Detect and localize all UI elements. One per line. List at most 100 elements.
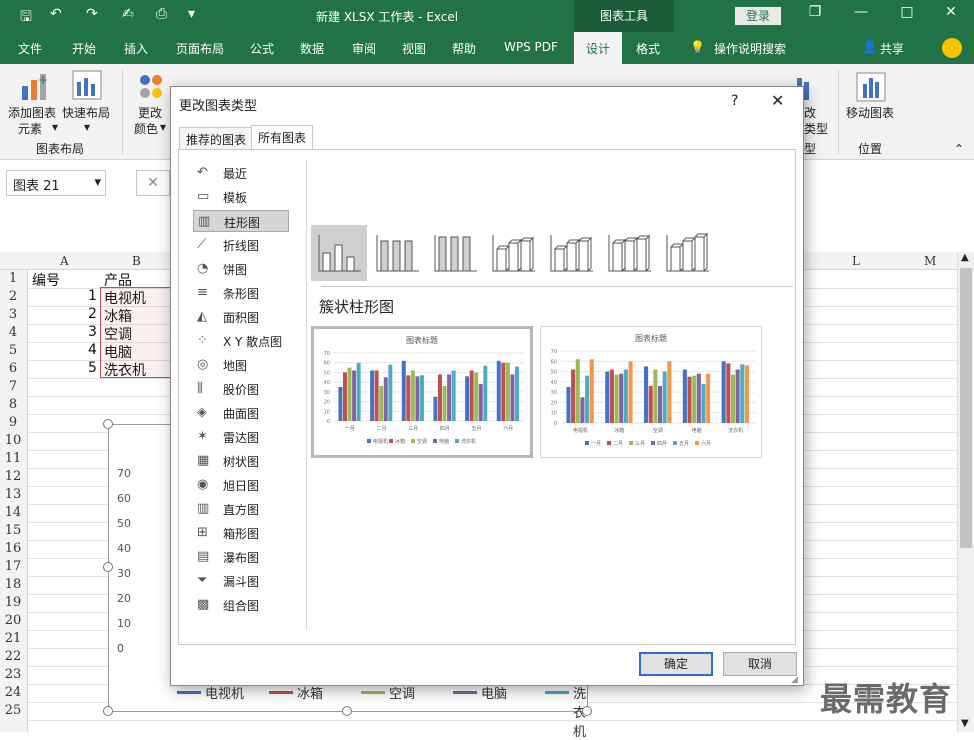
column-subtype-option[interactable] <box>601 225 657 281</box>
column-b-header[interactable]: B <box>132 254 141 268</box>
change-chart-type-label[interactable]: 改 <box>804 104 816 121</box>
chart-type-item[interactable]: ⏷ 漏斗图 <box>193 570 289 592</box>
name-box[interactable]: 图表 21 ▾ <box>6 170 106 196</box>
column-a-header[interactable]: A <box>60 254 69 268</box>
column-subtype-option[interactable] <box>659 225 715 281</box>
cell-a4[interactable]: 3 <box>88 324 97 340</box>
subtype-bar <box>682 240 693 272</box>
change-colors-label-2[interactable]: 颜色 <box>134 120 158 137</box>
tell-me-search[interactable]: 操作说明搜索 <box>714 40 786 57</box>
tab-page-layout[interactable]: 页面布局 <box>176 40 224 57</box>
customize-qat-icon[interactable]: ▾ <box>188 6 195 22</box>
chevron-down-icon[interactable]: ▾ <box>94 175 101 190</box>
tab-design[interactable]: 设计 <box>574 32 623 64</box>
tab-home[interactable]: 开始 <box>72 40 96 57</box>
quick-layout-label[interactable]: 快速布局 <box>62 104 110 121</box>
y-tick-label: 60 <box>117 492 131 505</box>
chart-type-item[interactable]: ▦ 树状图 <box>193 450 289 472</box>
tab-wps-pdf[interactable]: WPS PDF <box>504 40 558 54</box>
quick-layout-icon[interactable] <box>72 70 102 100</box>
chart-type-item[interactable]: ◔ 饼图 <box>193 258 289 280</box>
move-chart-icon[interactable] <box>856 72 886 102</box>
cell-a3[interactable]: 2 <box>88 306 97 322</box>
collapse-ribbon-icon[interactable]: ⌃ <box>954 142 964 156</box>
column-subtype-option[interactable] <box>485 225 541 281</box>
change-chart-type-label-2[interactable]: 类型 <box>804 120 828 137</box>
cancel-button[interactable]: 取消 <box>723 652 797 676</box>
chart-type-item[interactable]: ↶ 最近 <box>193 162 289 184</box>
close-button[interactable]: ✕ <box>936 4 966 20</box>
column-subtype-option[interactable] <box>311 225 367 281</box>
add-chart-element-label-2[interactable]: 元素 <box>18 120 42 137</box>
maximize-button[interactable]: □ <box>892 4 922 20</box>
preview-option-1[interactable]: 图表标题 70 60 50 40 30 20 10 0 一月 二月 三月 四月 五月 六月 电视机 冰箱 空调 电脑… <box>311 326 533 458</box>
vertical-scrollbar[interactable]: ▲ ▼ <box>957 252 974 732</box>
resize-handle[interactable] <box>103 419 113 429</box>
cell-a6[interactable]: 5 <box>88 360 97 376</box>
add-chart-element-icon[interactable]: + <box>20 72 50 102</box>
resize-handle[interactable] <box>342 706 352 716</box>
tab-review[interactable]: 审阅 <box>352 40 376 57</box>
tab-file[interactable]: 文件 <box>18 40 42 57</box>
column-subtype-option[interactable] <box>543 225 599 281</box>
chart-type-item[interactable]: ◎ 地图 <box>193 354 289 376</box>
ribbon-display-icon[interactable]: ❐ <box>800 4 830 20</box>
chart-type-item[interactable]: ▤ 瀑布图 <box>193 546 289 568</box>
chart-type-item[interactable]: ◈ 曲面图 <box>193 402 289 424</box>
formula-cancel-button[interactable]: ✕ <box>136 170 170 196</box>
ok-button[interactable]: 确定 <box>639 652 713 676</box>
resize-handle[interactable] <box>103 706 113 716</box>
tab-help[interactable]: 帮助 <box>452 40 476 57</box>
feedback-smiley-icon[interactable] <box>942 38 962 58</box>
scrollbar-thumb[interactable] <box>960 268 972 548</box>
column-subtype-option[interactable] <box>427 225 483 281</box>
chart-type-item[interactable]: ▭ 模板 <box>193 186 289 208</box>
preview-legend-label: 冰箱 <box>395 438 405 445</box>
preview-option-2[interactable]: 图表标题 70 60 50 40 30 20 10 0 电视机 冰箱 空调 电脑 洗衣机 一月 二月 三月 四月 五… <box>540 326 762 458</box>
save-icon[interactable]: 🖫 <box>20 6 32 30</box>
chart-type-item[interactable]: ⟋ 折线图 <box>193 234 289 256</box>
cell-a5[interactable]: 4 <box>88 342 97 358</box>
chart-type-item[interactable]: ◭ 面积图 <box>193 306 289 328</box>
chart-type-item[interactable]: ≡ 条形图 <box>193 282 289 304</box>
login-button[interactable]: 登录 <box>735 7 781 25</box>
chart-type-item[interactable]: ▩ 组合图 <box>193 594 289 616</box>
touch-mode-icon[interactable]: ✍ <box>122 6 134 22</box>
redo-icon[interactable]: ↷ <box>86 6 98 22</box>
tab-format[interactable]: 格式 <box>636 40 660 57</box>
chart-type-item[interactable]: ◉ 旭日图 <box>193 474 289 496</box>
share-button[interactable]: 共享 <box>880 40 904 57</box>
chart-type-item[interactable]: ▥ 直方图 <box>193 498 289 520</box>
scroll-up-icon[interactable]: ▲ <box>961 252 969 263</box>
column-l-header[interactable]: L <box>852 254 860 268</box>
help-icon[interactable]: ? <box>731 93 738 109</box>
add-chart-element-label[interactable]: 添加图表 <box>8 104 56 121</box>
chart-type-item[interactable]: ⫼ 股价图 <box>193 378 289 400</box>
tab-formulas[interactable]: 公式 <box>250 40 274 57</box>
cell-a1[interactable]: 编号 <box>32 270 60 290</box>
scroll-down-icon[interactable]: ▼ <box>961 718 969 729</box>
tab-insert[interactable]: 插入 <box>124 40 148 57</box>
tab-all-charts[interactable]: 所有图表 <box>251 125 314 150</box>
move-chart-label[interactable]: 移动图表 <box>846 104 894 121</box>
chart-type-label: 柱形图 <box>224 216 261 230</box>
chart-type-item[interactable]: ✶ 雷达图 <box>193 426 289 448</box>
minimize-button[interactable]: — <box>846 4 876 20</box>
change-colors-label[interactable]: 更改 <box>138 104 162 121</box>
cell-a2[interactable]: 1 <box>88 288 97 304</box>
resize-handle[interactable] <box>103 562 113 572</box>
tab-data[interactable]: 数据 <box>300 40 324 57</box>
column-subtype-option[interactable] <box>369 225 425 281</box>
chart-type-item[interactable]: ▥ 柱形图 <box>193 210 289 232</box>
dialog-close-icon[interactable]: ✕ <box>771 91 784 110</box>
change-colors-icon[interactable] <box>136 72 166 102</box>
chart-type-item[interactable]: ⁘ X Y 散点图 <box>193 330 289 352</box>
tab-recommended-charts[interactable]: 推荐的图表 <box>179 127 254 149</box>
column-m-header[interactable]: M <box>924 254 936 268</box>
chart-type-item[interactable]: ⊞ 箱形图 <box>193 522 289 544</box>
tab-view[interactable]: 视图 <box>402 40 426 57</box>
print-preview-icon[interactable]: ⎙ <box>156 6 167 22</box>
resize-handle[interactable] <box>582 706 592 716</box>
undo-icon[interactable]: ↶ <box>50 6 62 22</box>
resize-grip-icon[interactable]: ◢ <box>791 675 798 685</box>
